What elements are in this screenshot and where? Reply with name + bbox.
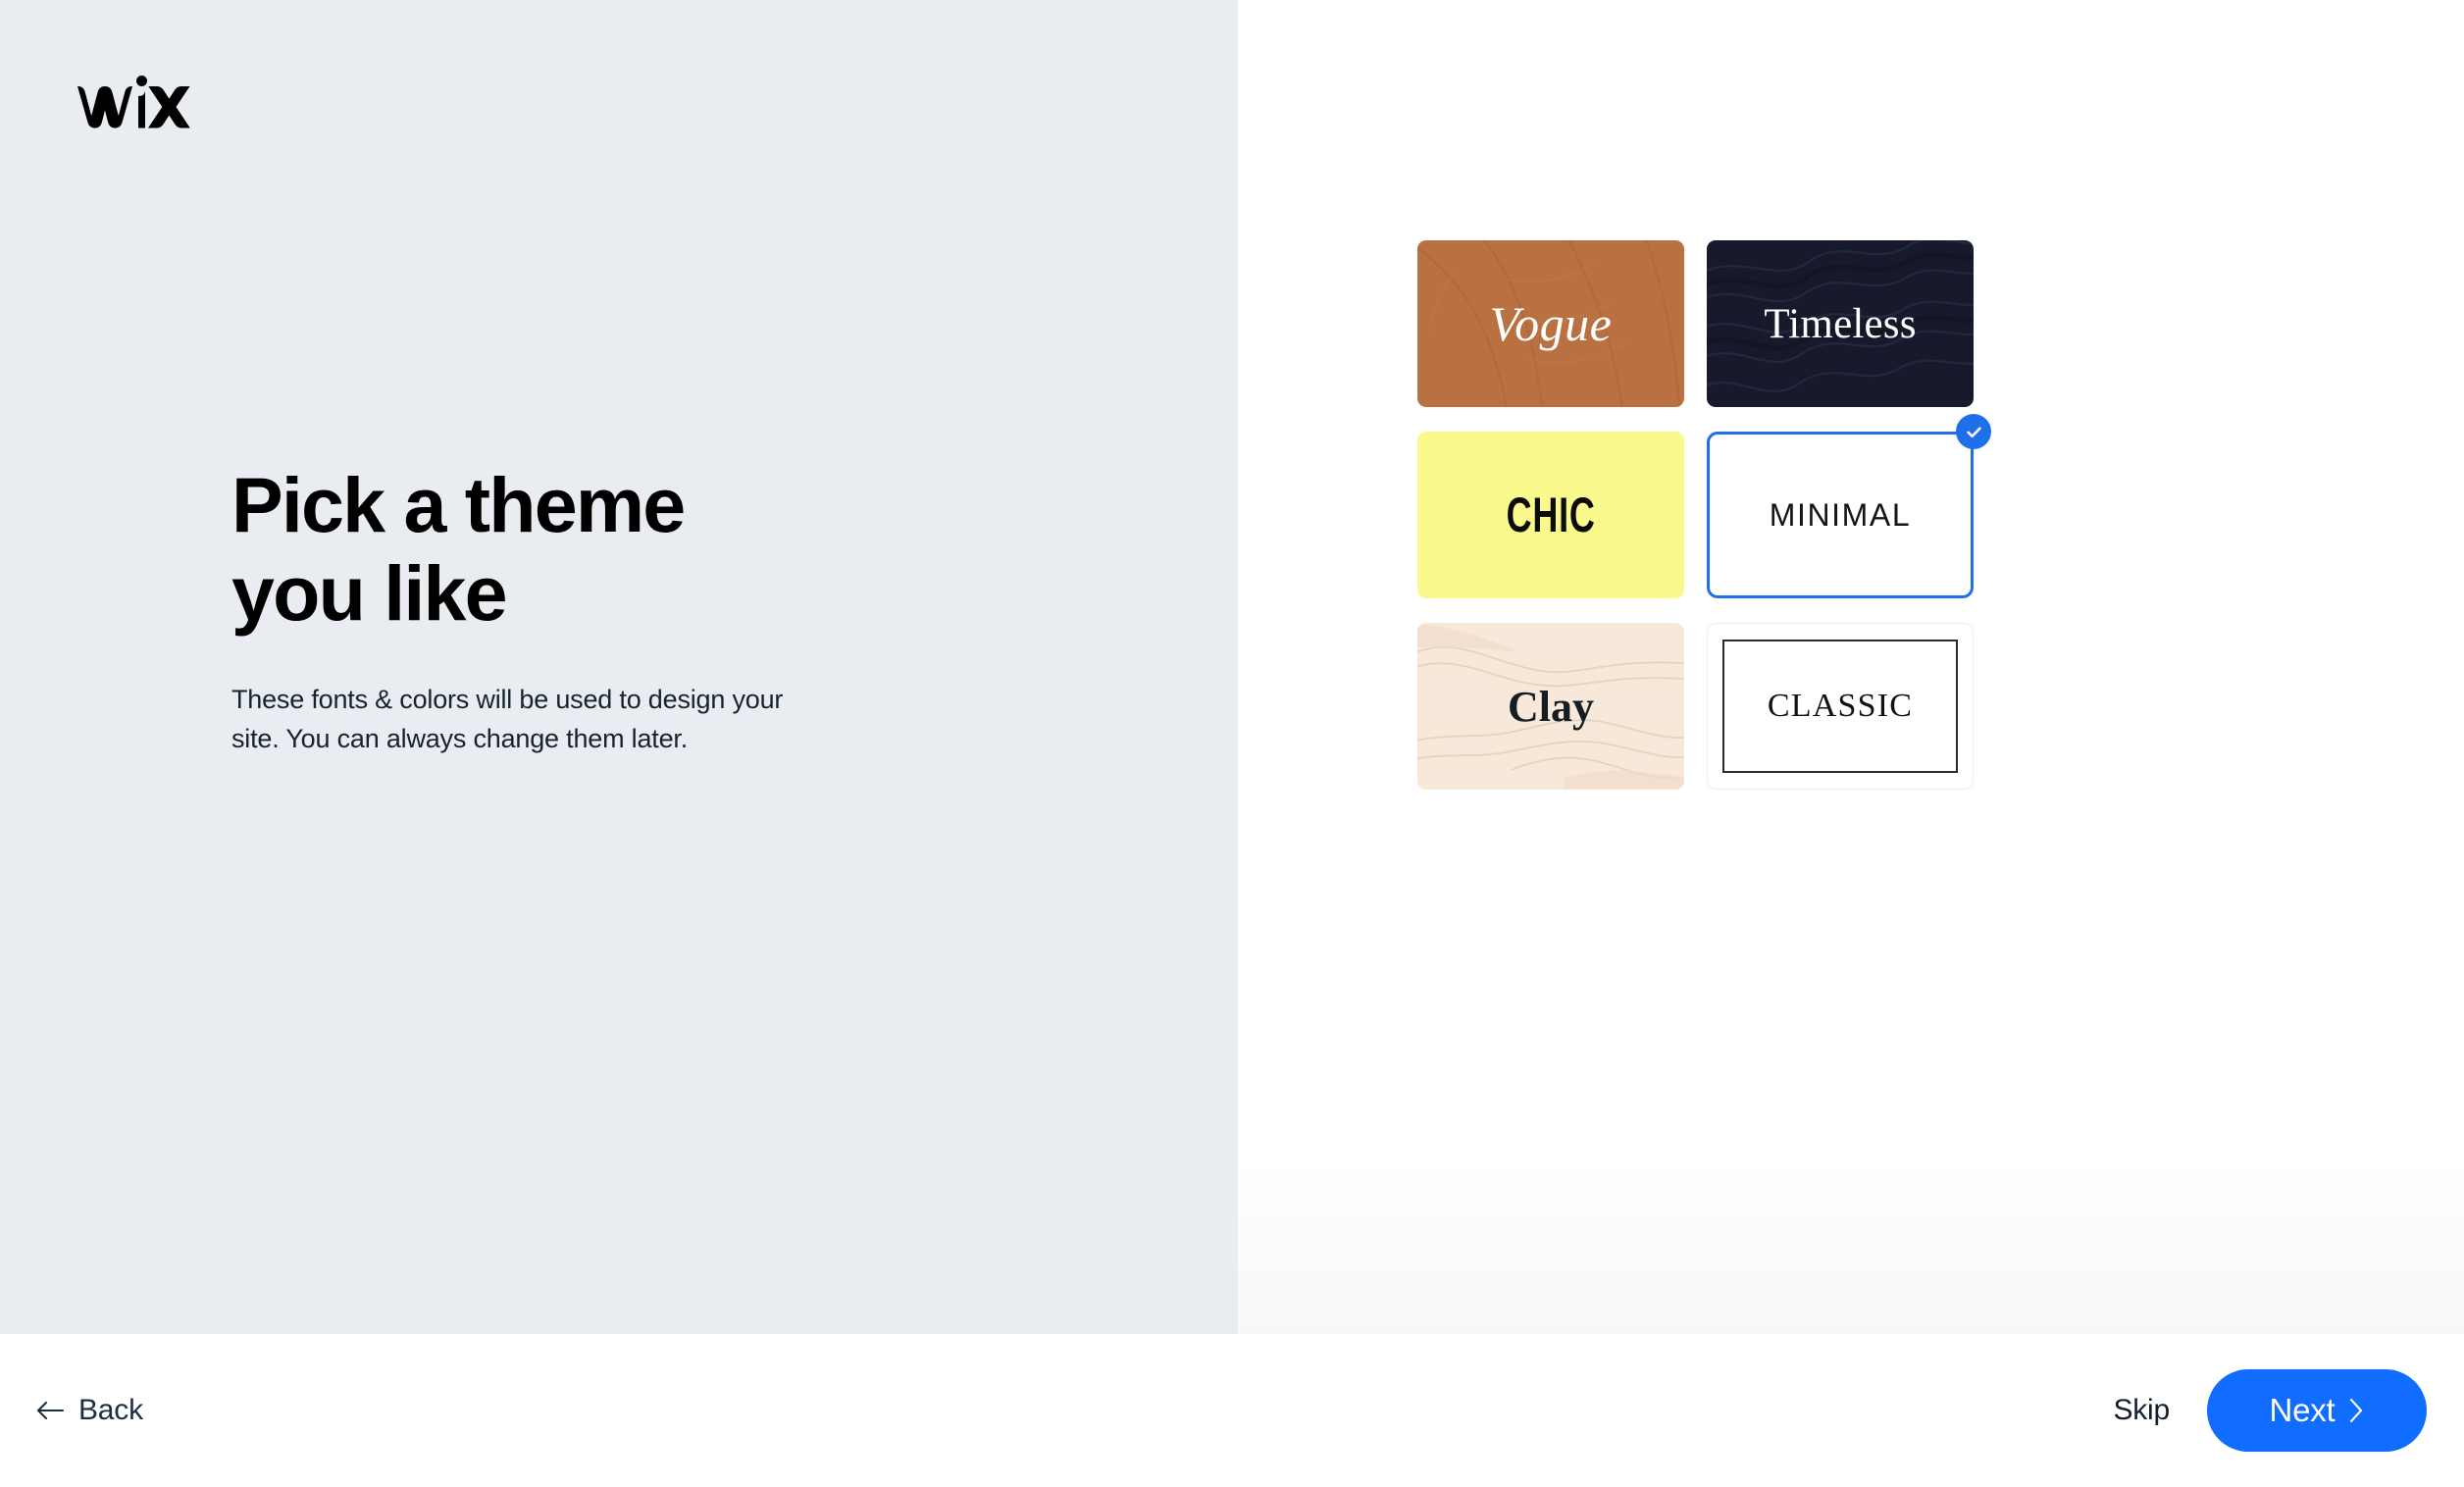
- skip-button[interactable]: Skip: [2113, 1394, 2170, 1427]
- left-panel: Pick a theme you like These fonts & colo…: [0, 0, 1238, 1334]
- theme-card-label: CHIC: [1506, 487, 1596, 542]
- theme-card-label: MINIMAL: [1769, 496, 1912, 533]
- wix-logo-icon[interactable]: [74, 71, 231, 131]
- selected-check-icon: [1956, 414, 1991, 449]
- theme-card-label: Vogue: [1489, 296, 1613, 351]
- panel-bottom-fade: [1238, 1157, 2464, 1334]
- theme-card-label: Clay: [1508, 682, 1594, 731]
- theme-grid: Vogue Timeless CHIC MINIMAL Clay CLASSIC: [1417, 240, 1991, 790]
- chevron-right-icon: [2349, 1398, 2362, 1423]
- next-button-label: Next: [2269, 1392, 2336, 1428]
- theme-card-clay[interactable]: Clay: [1417, 623, 1684, 790]
- theme-card-label: Timeless: [1764, 300, 1917, 347]
- right-panel: Vogue Timeless CHIC MINIMAL Clay CLASSIC: [1238, 0, 2464, 1334]
- next-button[interactable]: Next: [2207, 1369, 2427, 1452]
- left-copy-block: Pick a theme you like These fonts & colo…: [231, 461, 1036, 758]
- theme-card-timeless[interactable]: Timeless: [1707, 240, 1974, 407]
- footer-bar: Back Skip Next: [0, 1334, 2464, 1487]
- back-button[interactable]: Back: [35, 1394, 143, 1427]
- theme-card-minimal[interactable]: MINIMAL: [1707, 414, 1991, 598]
- theme-card-chic[interactable]: CHIC: [1417, 432, 1684, 598]
- back-button-label: Back: [78, 1394, 143, 1426]
- page-title: Pick a theme you like: [231, 461, 686, 638]
- theme-card-vogue[interactable]: Vogue: [1417, 240, 1684, 407]
- theme-card-label: CLASSIC: [1767, 688, 1914, 724]
- onboarding-screen: Pick a theme you like These fonts & colo…: [0, 0, 2464, 1487]
- page-subtitle: These fonts & colors will be used to des…: [231, 685, 784, 753]
- arrow-left-icon: [36, 1401, 65, 1420]
- footer-actions: Skip Next: [2113, 1369, 2427, 1452]
- theme-card-classic[interactable]: CLASSIC: [1707, 623, 1974, 790]
